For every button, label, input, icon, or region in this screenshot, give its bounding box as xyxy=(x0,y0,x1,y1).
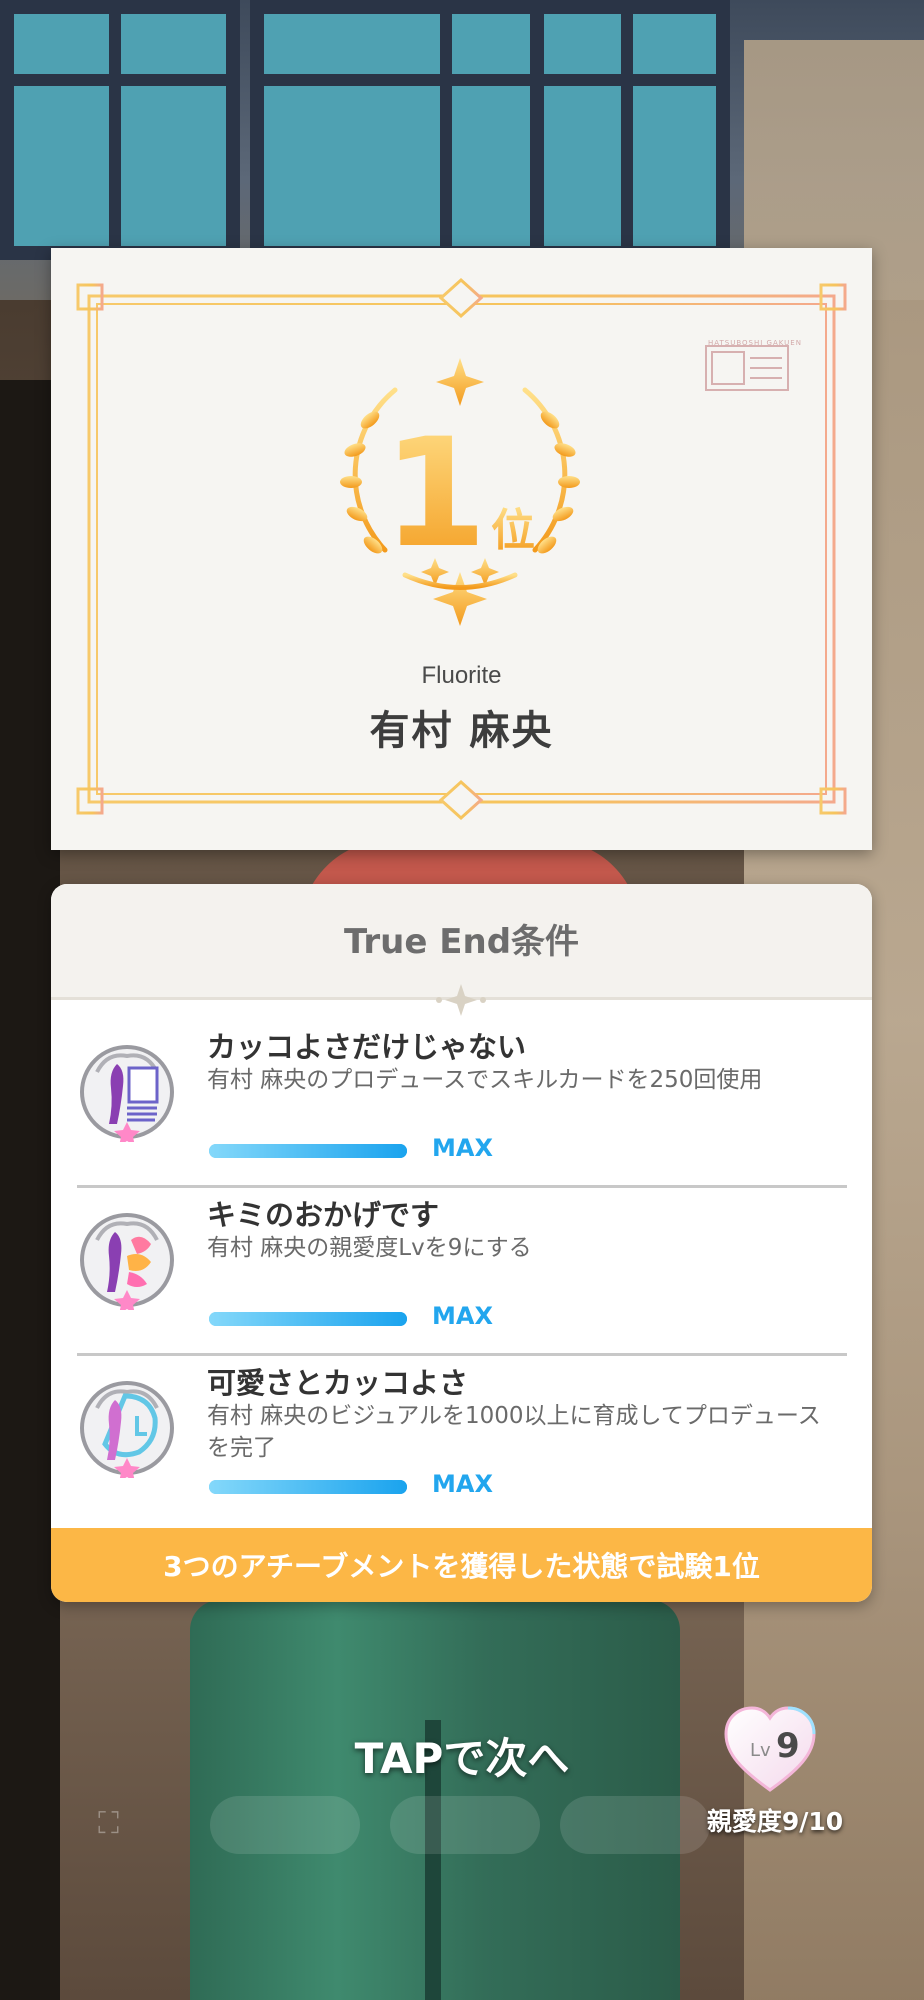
condition-title: キミのおかげです xyxy=(207,1198,440,1232)
condition-title: カッコよさだけじゃない xyxy=(207,1030,527,1064)
skip-button-faded xyxy=(210,1796,360,1854)
heart-achievement-icon xyxy=(80,1213,174,1310)
log-button-faded xyxy=(390,1796,540,1854)
affection-label: 親愛度9/10 xyxy=(706,1807,844,1836)
condition-row: キミのおかげです 有村 麻央の親愛度Lvを9にする MAX xyxy=(77,1198,847,1365)
background-window-left xyxy=(0,0,240,260)
affection-level-number: 9 xyxy=(776,1726,800,1766)
rank-suffix: 位 xyxy=(491,505,535,556)
progress-bar-fill xyxy=(209,1312,407,1326)
rank-number: 1 xyxy=(383,407,487,581)
row-divider xyxy=(77,1353,847,1356)
card-achievement-icon xyxy=(80,1045,174,1142)
condition-description: 有村 麻央のビジュアルを1000以上に育成してプロデュースを完了 xyxy=(207,1403,821,1461)
condition-row: カッコよさだけじゃない 有村 麻央のプロデュースでスキルカードを250回使用 M… xyxy=(77,1030,847,1197)
auto-button-faded xyxy=(560,1796,710,1854)
unit-name: Fluorite xyxy=(421,662,502,689)
condition-description: 有村 麻央の親愛度Lvを9にする xyxy=(207,1235,532,1261)
footer-requirement: 3つのアチーブメントを獲得した状態で試験1位 xyxy=(163,1550,760,1583)
visual-achievement-icon xyxy=(80,1381,174,1478)
condition-description: 有村 麻央のプロデュースでスキルカードを250回使用 xyxy=(207,1067,763,1093)
progress-status: MAX xyxy=(432,1134,493,1162)
panel-footer: 3つのアチーブメントを獲得した状態で試験1位 xyxy=(51,1528,872,1602)
row-divider xyxy=(77,1185,847,1188)
condition-title: 可愛さとカッコよさ xyxy=(207,1366,469,1400)
first-place-emblem: 1 位 xyxy=(340,358,580,626)
progress-bar xyxy=(209,1312,407,1326)
progress-status: MAX xyxy=(432,1470,493,1498)
affection-level-prefix: Lv xyxy=(750,1740,771,1761)
condition-row: 可愛さとカッコよさ 有村 麻央のビジュアルを1000以上に育成してプロデュースを… xyxy=(77,1366,847,1533)
progress-bar-fill xyxy=(209,1144,407,1158)
background-window-right xyxy=(530,0,730,260)
progress-bar xyxy=(209,1480,407,1494)
idol-name: 有村 麻央 xyxy=(369,708,554,754)
progress-bar xyxy=(209,1144,407,1158)
academy-seal-icon xyxy=(705,345,789,391)
sparkle-divider-icon xyxy=(436,984,486,1016)
progress-bar-fill xyxy=(209,1480,407,1494)
fullscreen-icon[interactable]: ⛶ xyxy=(98,1806,140,1848)
progress-status: MAX xyxy=(432,1302,493,1330)
panel-title: True End条件 xyxy=(343,922,580,962)
true-end-conditions-panel: True End条件 カッコよさだけじゃない 有村 麻央のプロデュースでスキルカ… xyxy=(51,884,872,1602)
